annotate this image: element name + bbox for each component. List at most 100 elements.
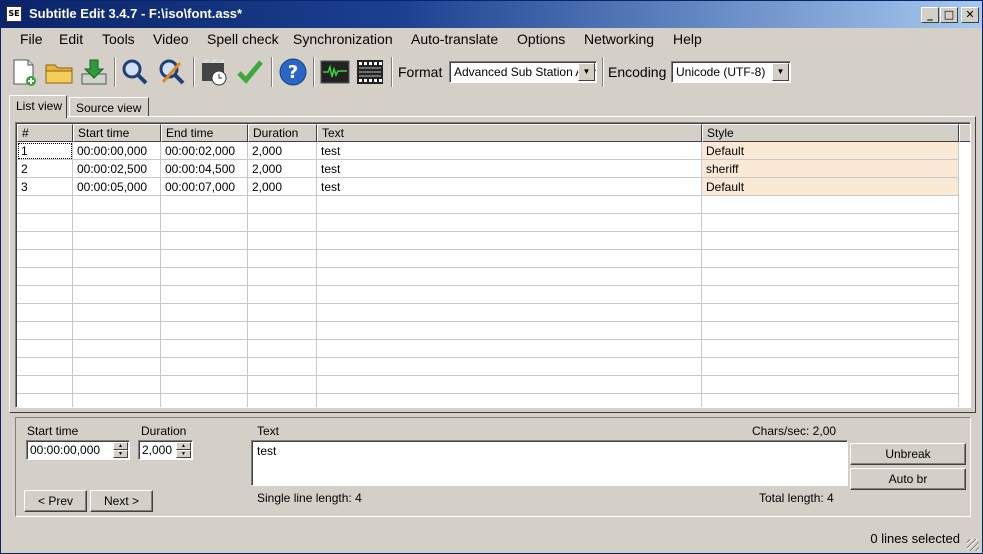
empty-row	[17, 232, 970, 250]
replace-icon[interactable]	[156, 55, 188, 89]
empty-cell	[73, 268, 161, 286]
empty-cell	[702, 196, 959, 214]
resize-grip-icon[interactable]	[967, 539, 979, 551]
arrow-down-icon[interactable]: ▼	[176, 450, 191, 458]
empty-cell	[702, 250, 959, 268]
empty-row	[17, 286, 970, 304]
empty-cell	[248, 304, 317, 322]
column-header-text[interactable]: Text	[317, 124, 702, 142]
spell-check-icon[interactable]	[234, 55, 266, 89]
cell-text: test	[317, 160, 702, 178]
empty-cell	[702, 214, 959, 232]
encoding-select[interactable]: Unicode (UTF-8) ▼	[671, 61, 791, 83]
menu-file[interactable]: File	[20, 31, 43, 47]
empty-row	[17, 394, 970, 407]
app-icon[interactable]: SE	[6, 6, 22, 22]
empty-cell	[17, 340, 73, 358]
chevron-down-icon[interactable]: ▼	[772, 63, 789, 81]
menu-spell-check[interactable]: Spell check	[207, 31, 279, 47]
tab-source-view[interactable]: Source view	[69, 97, 149, 117]
duration-input[interactable]: 2,000 ▲ ▼	[138, 440, 193, 460]
find-icon[interactable]	[119, 55, 151, 89]
empty-cell	[17, 196, 73, 214]
close-button[interactable]: ✕	[961, 7, 979, 23]
column-header-end-time[interactable]: End time	[161, 124, 248, 142]
start-time-label: Start time	[27, 424, 79, 438]
empty-cell	[248, 340, 317, 358]
table-row[interactable]: 1 00:00:00,000 00:00:02,000 2,000 test D…	[17, 142, 970, 160]
menu-help[interactable]: Help	[673, 31, 702, 47]
empty-cell	[248, 232, 317, 250]
menu-auto-translate[interactable]: Auto-translate	[411, 31, 498, 47]
menu-synchronization[interactable]: Synchronization	[293, 31, 393, 47]
duration-label: Duration	[141, 424, 187, 438]
empty-cell	[161, 376, 248, 394]
cell-text: test	[317, 178, 702, 196]
menu-tools[interactable]: Tools	[102, 31, 135, 47]
empty-cell	[702, 376, 959, 394]
empty-cell	[161, 394, 248, 407]
empty-cell	[248, 322, 317, 340]
cell-duration: 2,000	[248, 160, 317, 178]
subtitle-list[interactable]: # Start time End time Duration Text Styl…	[15, 122, 971, 408]
help-icon[interactable]: ?	[277, 55, 309, 89]
subtitle-text-input[interactable]: test	[251, 440, 848, 486]
waveform-icon[interactable]	[319, 55, 351, 89]
empty-cell	[161, 214, 248, 232]
cell-duration: 2,000	[248, 142, 317, 160]
arrow-up-icon[interactable]: ▲	[176, 442, 191, 450]
new-file-icon[interactable]	[8, 55, 40, 89]
cell-text: test	[317, 142, 702, 160]
table-row[interactable]: 3 00:00:05,000 00:00:07,000 2,000 test D…	[17, 178, 970, 196]
column-header-duration[interactable]: Duration	[248, 124, 317, 142]
start-time-input[interactable]: 00:00:00,000 ▲ ▼	[26, 440, 130, 460]
empty-cell	[73, 340, 161, 358]
empty-cell	[317, 286, 702, 304]
open-folder-icon[interactable]	[43, 55, 75, 89]
unbreak-button[interactable]: Unbreak	[850, 443, 966, 465]
auto-br-button[interactable]: Auto br	[850, 468, 966, 490]
prev-button[interactable]: < Prev	[24, 490, 87, 512]
status-bar: 0 lines selected	[1, 527, 982, 553]
empty-cell	[248, 358, 317, 376]
maximize-button[interactable]: □	[940, 7, 958, 23]
empty-cell	[248, 394, 317, 407]
format-select[interactable]: Advanced Sub Station Alpha ▼	[449, 61, 597, 83]
empty-row	[17, 196, 970, 214]
title-bar[interactable]: SE Subtitle Edit 3.4.7 - F:\iso\font.ass…	[1, 1, 982, 28]
table-row[interactable]: 2 00:00:02,500 00:00:04,500 2,000 test s…	[17, 160, 970, 178]
column-header-filler	[959, 124, 970, 142]
column-header-style[interactable]: Style	[702, 124, 959, 142]
arrow-up-icon[interactable]: ▲	[113, 442, 128, 450]
film-clapper-icon[interactable]	[354, 55, 386, 89]
empty-cell	[17, 232, 73, 250]
empty-cell	[161, 250, 248, 268]
empty-cell	[317, 250, 702, 268]
chevron-down-icon[interactable]: ▼	[578, 63, 595, 81]
next-button[interactable]: Next >	[90, 490, 153, 512]
empty-cell	[317, 268, 702, 286]
menu-options[interactable]: Options	[517, 31, 565, 47]
empty-cell	[161, 286, 248, 304]
menu-edit[interactable]: Edit	[59, 31, 83, 47]
empty-cell	[317, 358, 702, 376]
empty-cell	[702, 340, 959, 358]
start-time-stepper[interactable]: ▲ ▼	[113, 442, 128, 458]
arrow-down-icon[interactable]: ▼	[113, 450, 128, 458]
toolbar: ? Format Advanced Sub Station Alpha ▼ En…	[1, 52, 982, 92]
menu-video[interactable]: Video	[153, 31, 189, 47]
empty-cell	[17, 250, 73, 268]
empty-cell	[17, 358, 73, 376]
minimize-button[interactable]: _	[921, 7, 939, 23]
empty-cell	[248, 196, 317, 214]
video-clock-icon[interactable]	[198, 55, 230, 89]
download-icon[interactable]	[78, 55, 110, 89]
tab-list-view[interactable]: List view	[9, 95, 67, 118]
menu-networking[interactable]: Networking	[584, 31, 654, 47]
column-header-number[interactable]: #	[17, 124, 73, 142]
start-time-value: 00:00:00,000	[30, 443, 101, 457]
duration-stepper[interactable]: ▲ ▼	[176, 442, 191, 458]
cell-start-time: 00:00:05,000	[73, 178, 161, 196]
empty-cell	[248, 214, 317, 232]
column-header-start-time[interactable]: Start time	[73, 124, 161, 142]
